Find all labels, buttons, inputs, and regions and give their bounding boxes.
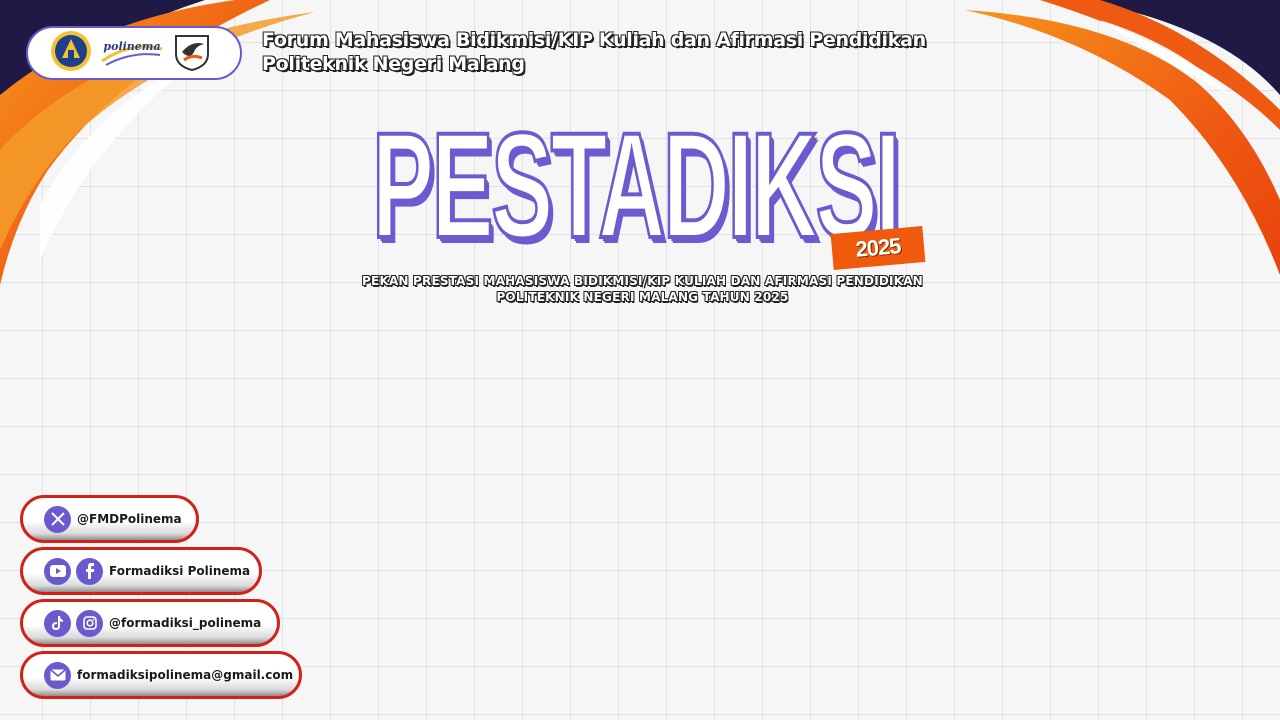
facebook-youtube-name: Formadiksi Polinema [109,564,251,578]
university-seal-logo [50,30,92,77]
brand-name: PESTADIKSI [371,101,902,269]
event-subtitle: PEKAN PRESTASI MAHASISWA BIDIKMISI/KIP K… [340,273,945,305]
formadiksi-eagle-logo [172,30,212,77]
contact-pill-twitter[interactable]: @FMDPolinema [20,495,199,543]
email-address: formadiksipolinema@gmail.com [77,668,294,682]
forum-title-line2: Politeknik Negeri Malang [262,53,525,75]
twitter-handle: @FMDPolinema [77,512,182,526]
polinema-logo: polinema [98,31,166,76]
logo-box: polinema [26,26,242,80]
subtitle-line2: POLITEKNIK NEGERI MALANG TAHUN 2025 [496,290,789,304]
youtube-icon[interactable] [44,557,71,585]
subtitle-line1: PEKAN PRESTASI MAHASISWA BIDIKMISI/KIP K… [362,274,923,288]
forum-title: Forum Mahasiswa Bidikmisi/KIP Kuliah dan… [262,28,926,76]
contact-pill-youtube-facebook[interactable]: Formadiksi Polinema [20,547,262,595]
tiktok-icon[interactable] [44,609,71,637]
instagram-icon[interactable] [76,609,103,637]
tiktok-instagram-handle: @formadiksi_polinema [109,616,262,630]
forum-title-line1: Forum Mahasiswa Bidikmisi/KIP Kuliah dan… [262,29,926,51]
email-icon[interactable] [44,661,71,689]
contact-pill-tiktok-instagram[interactable]: @formadiksi_polinema [20,599,280,647]
facebook-icon[interactable] [76,557,103,585]
contact-pill-email[interactable]: formadiksipolinema@gmail.com [20,651,302,699]
polinema-wordmark: polinema [103,40,160,53]
x-twitter-icon[interactable] [44,505,71,533]
